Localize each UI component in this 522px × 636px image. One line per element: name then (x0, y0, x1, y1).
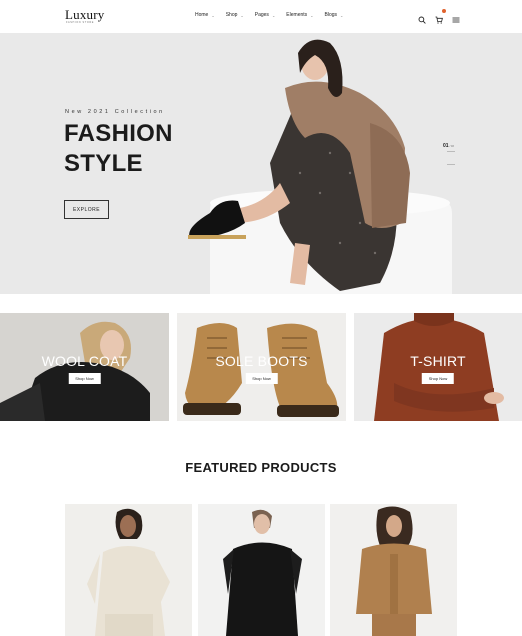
menu-icon[interactable] (452, 11, 460, 23)
category-title: T-SHIRT (410, 353, 466, 369)
logo-tagline: FASHION STORE (66, 21, 95, 24)
category-card-wool-coat[interactable]: WOOL COAT Shop Now (0, 313, 169, 421)
slide-number: 01 (443, 143, 449, 149)
nav-item-elements[interactable]: Elements ⌄ (286, 12, 313, 18)
nav-label: Elements (286, 12, 308, 18)
category-title: WOOL COAT (41, 353, 128, 369)
product-card[interactable] (198, 504, 325, 636)
search-icon[interactable] (418, 11, 426, 24)
shop-now-button[interactable]: Shop Now (421, 373, 455, 384)
shop-now-button[interactable]: Shop Now (68, 373, 101, 384)
nav-label: Shop (225, 12, 238, 18)
slide-dot[interactable] (447, 164, 455, 165)
chevron-down-icon: ⌄ (240, 12, 244, 18)
nav-label: Blogs (324, 12, 338, 18)
chevron-down-icon: ⌄ (310, 12, 314, 18)
slide-total: / 03 (449, 145, 454, 148)
shop-now-button[interactable]: Shop Now (245, 373, 278, 384)
chevron-down-icon: ⌄ (211, 12, 215, 18)
nav-label: Home (195, 12, 209, 18)
nav-item-blogs[interactable]: Blogs ⌄ (325, 12, 344, 18)
product-image (198, 504, 325, 636)
nav-item-home[interactable]: Home ⌄ (195, 12, 215, 18)
hero-banner: New 2021 Collection FASHION STYLE EXPLOR… (0, 33, 522, 294)
chevron-down-icon: ⌄ (340, 12, 344, 18)
cart-icon[interactable] (435, 9, 446, 24)
product-card[interactable] (65, 504, 192, 636)
chevron-down-icon: ⌄ (271, 12, 276, 18)
cart-badge (442, 9, 446, 13)
hero-model-image (188, 39, 452, 294)
product-image (65, 504, 192, 636)
header-actions (418, 9, 460, 24)
nav-item-shop[interactable]: Shop ⌄ (226, 12, 244, 18)
slide-dot[interactable] (447, 151, 455, 152)
main-nav: Home ⌄ Shop ⌄ Pages ⌄ Elements ⌄ Blogs ⌄ (195, 12, 354, 18)
site-header: Luxury FASHION STORE Home ⌄ Shop ⌄ Pages ⌄ … (0, 0, 522, 33)
product-image (330, 504, 457, 636)
category-card-sole-boots[interactable]: SOLE BOOTS Shop Now (177, 313, 346, 421)
hero-title-line: FASHION (64, 120, 173, 147)
slide-pagination (447, 151, 455, 177)
explore-button[interactable]: EXPLORE (64, 200, 109, 219)
product-card[interactable] (330, 504, 457, 636)
slide-indicator: 01/ 03 (443, 143, 454, 149)
category-card-t-shirt[interactable]: T-SHIRT Shop Now (354, 313, 522, 421)
hero-title: FASHION STYLE (64, 119, 173, 179)
featured-heading: FEATURED PRODUCTS (185, 460, 337, 475)
nav-label: Pages (254, 12, 269, 18)
nav-item-pages[interactable]: Pages ⌄ (255, 12, 276, 18)
category-title: SOLE BOOTS (215, 353, 308, 369)
hero-tagline: New 2021 Collection (65, 109, 165, 115)
hero-title-line: STYLE (64, 150, 143, 177)
